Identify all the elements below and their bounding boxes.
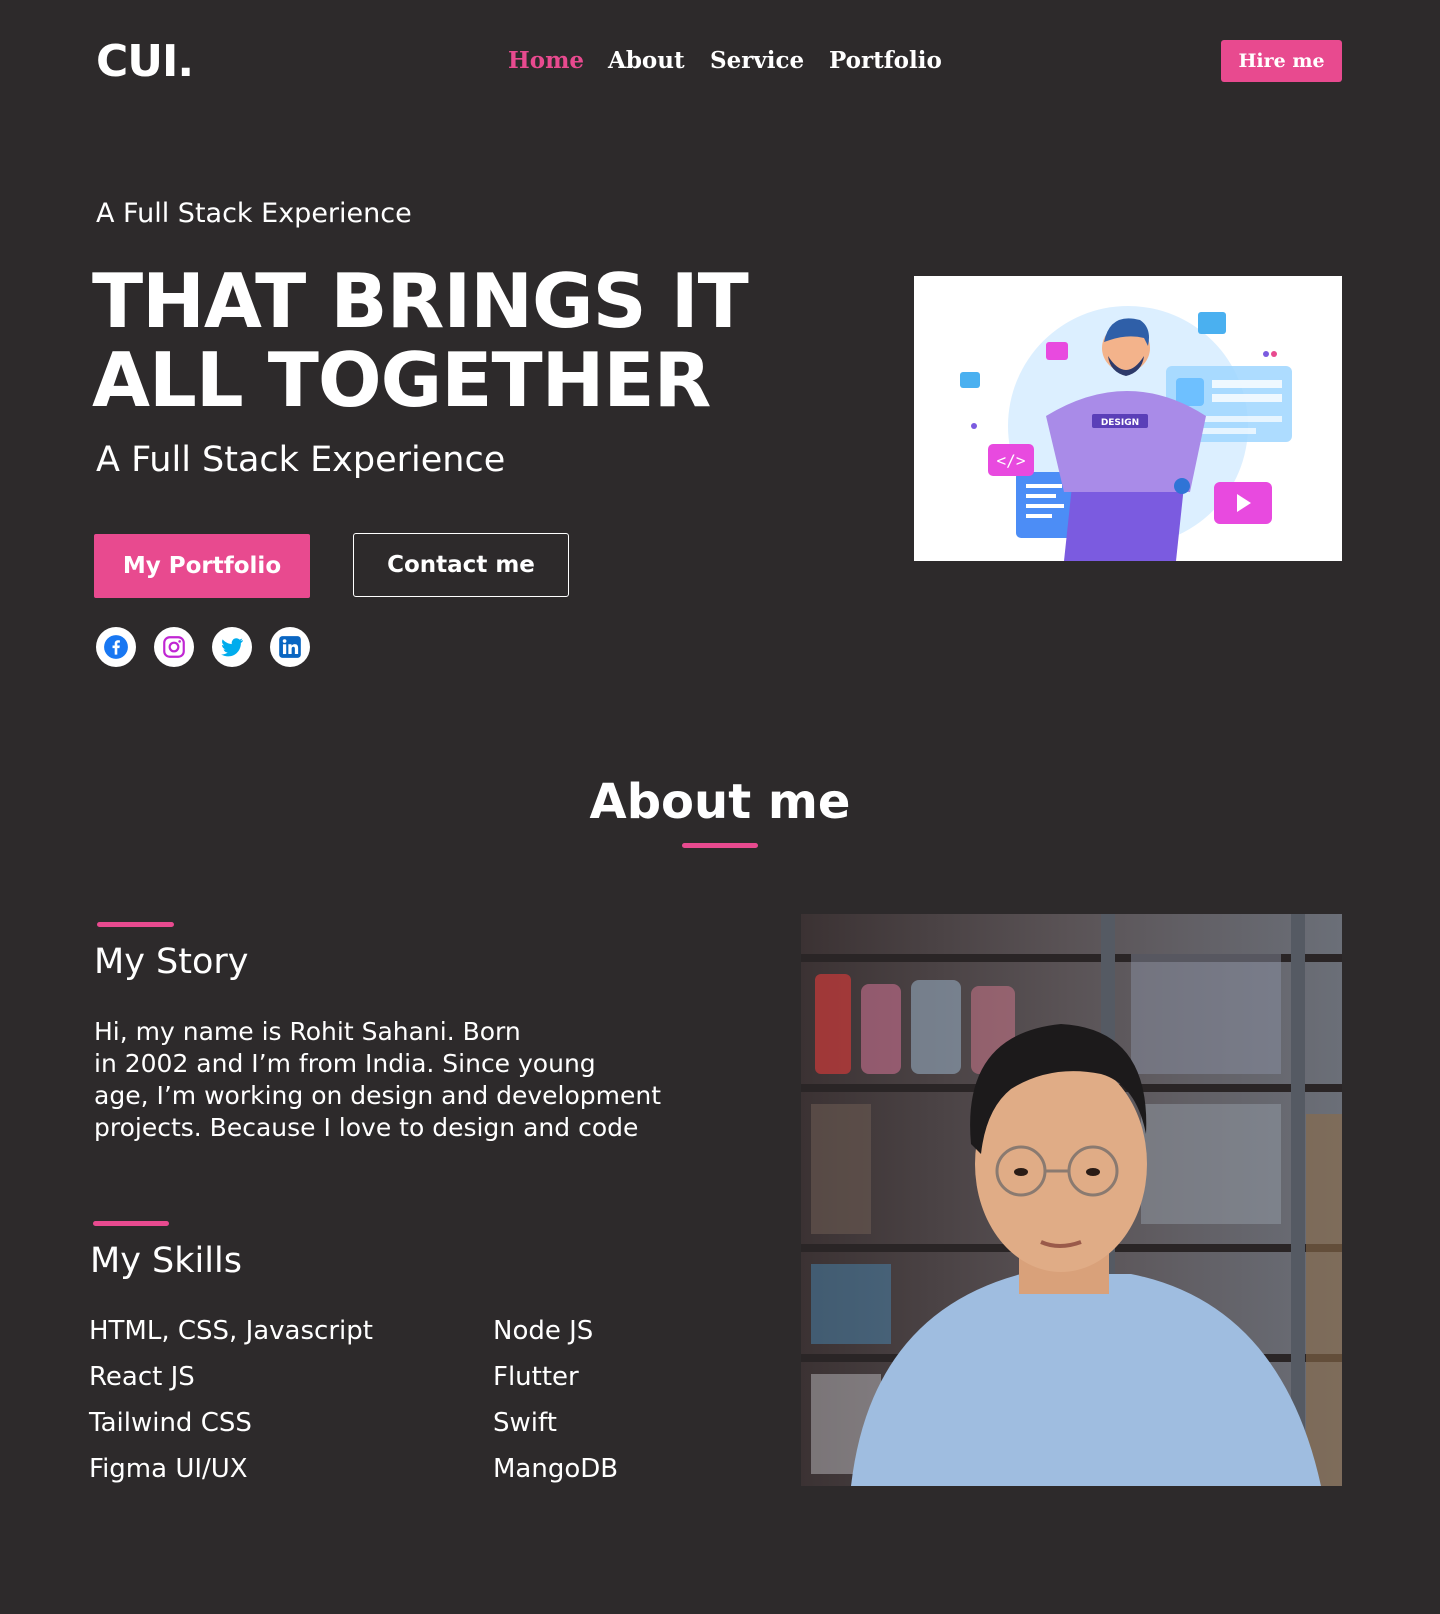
my-skills-heading: My Skills <box>90 1241 242 1281</box>
story-line: Hi, my name is Rohit Sahani. Born <box>94 1017 521 1046</box>
hero-subtitle: A Full Stack Experience <box>96 440 506 480</box>
story-paragraph: Hi, my name is Rohit Sahani. Born in 200… <box>94 1016 714 1144</box>
nav-link-about[interactable]: About <box>608 45 685 77</box>
skill-item: Tailwind CSS <box>89 1408 252 1438</box>
hero-illustration: </> DESIGN <box>914 276 1342 561</box>
nav-link-home[interactable]: Home <box>508 45 584 77</box>
about-title-underline <box>682 843 758 848</box>
hero-kicker: A Full Stack Experience <box>96 198 412 229</box>
linkedin-icon <box>279 636 301 658</box>
instagram-icon <box>163 636 185 658</box>
nav-link-portfolio[interactable]: Portfolio <box>829 45 942 77</box>
skill-item: React JS <box>89 1362 195 1392</box>
facebook-icon <box>104 635 128 659</box>
story-accent-bar <box>97 922 174 927</box>
story-line: in 2002 and I’m from India. Since young <box>94 1049 596 1078</box>
hero-title: THAT BRINGS IT ALL TOGETHER <box>92 262 832 420</box>
site-logo[interactable]: CUI. <box>96 34 194 90</box>
skill-item: MangoDB <box>493 1454 619 1484</box>
my-portfolio-button[interactable]: My Portfolio <box>94 534 310 598</box>
skill-item: Node JS <box>493 1316 594 1346</box>
svg-text:</>: </> <box>997 451 1026 470</box>
skill-item: Swift <box>493 1408 557 1438</box>
story-line: age, I’m working on design and developme… <box>94 1081 662 1110</box>
about-section-title: About me <box>589 774 851 830</box>
twitter-link[interactable] <box>212 627 252 667</box>
linkedin-link[interactable] <box>270 627 310 667</box>
skill-item: Figma UI/UX <box>89 1454 248 1484</box>
illustration-badge: DESIGN <box>1101 418 1139 428</box>
my-story-heading: My Story <box>94 942 249 982</box>
hero-title-line-1: THAT BRINGS IT <box>92 257 749 345</box>
contact-me-button[interactable]: Contact me <box>353 533 569 597</box>
instagram-link[interactable] <box>154 627 194 667</box>
skill-item: Flutter <box>493 1362 579 1392</box>
nav-link-service[interactable]: Service <box>710 45 804 77</box>
profile-photo <box>801 914 1342 1486</box>
hire-me-button[interactable]: Hire me <box>1221 40 1342 82</box>
skill-item: HTML, CSS, Javascript <box>89 1316 373 1346</box>
hero-title-line-2: ALL TOGETHER <box>92 336 711 424</box>
story-line: projects. Because I love to design and c… <box>94 1113 639 1142</box>
facebook-link[interactable] <box>96 627 136 667</box>
twitter-icon <box>221 638 244 657</box>
skills-accent-bar <box>93 1221 169 1226</box>
